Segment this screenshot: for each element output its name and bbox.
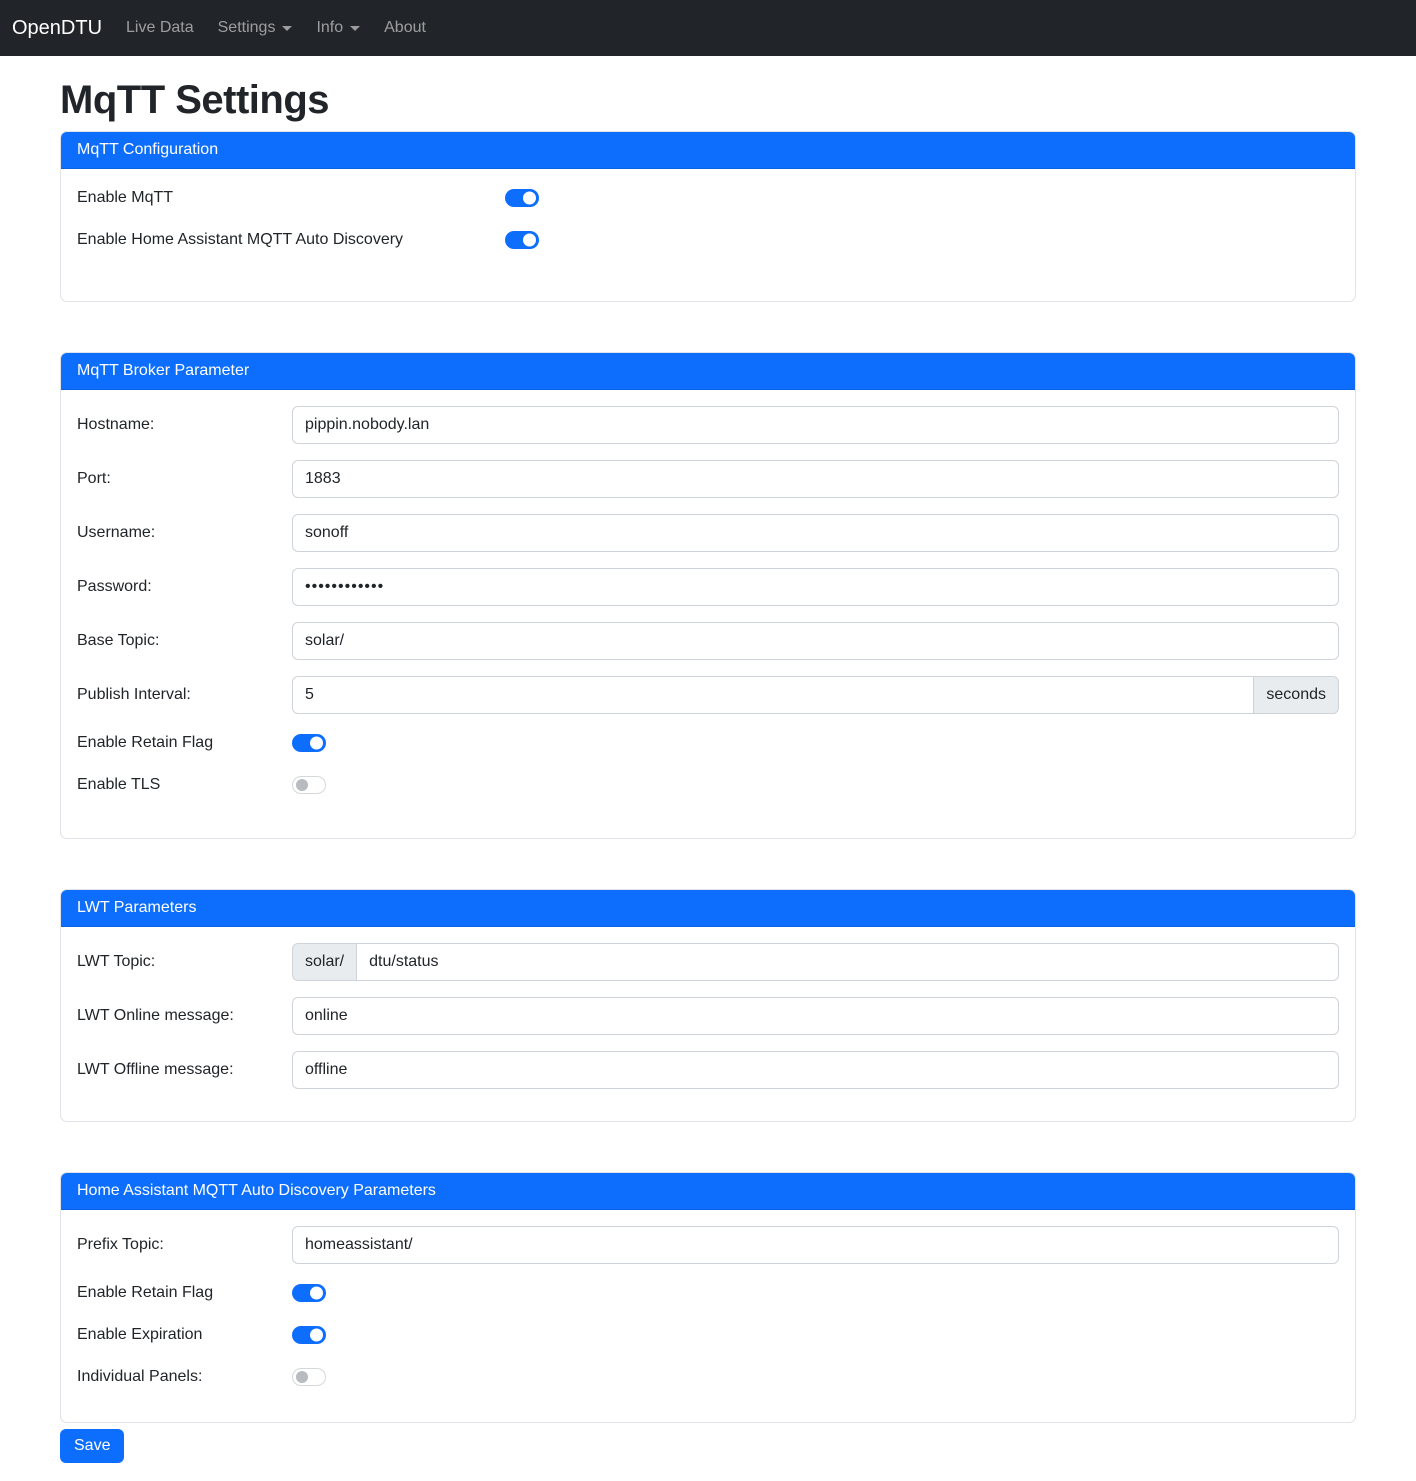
lwt-topic-label: LWT Topic: (77, 953, 292, 971)
save-button[interactable]: Save (60, 1429, 124, 1463)
enable-mqtt-toggle[interactable] (505, 189, 539, 207)
nav-live-data[interactable]: Live Data (118, 11, 202, 45)
password-input[interactable] (292, 568, 1339, 606)
card-broker-parameter-body: Hostname: Port: Username: Password: Base… (61, 390, 1355, 838)
card-mqtt-configuration-header: MqTT Configuration (61, 132, 1355, 169)
publish-interval-row: Publish Interval: seconds (77, 676, 1339, 714)
lwt-online-input[interactable] (292, 997, 1339, 1035)
hass-retain-row: Enable Retain Flag (77, 1280, 1339, 1306)
enable-expiration-toggle[interactable] (292, 1326, 326, 1344)
username-input[interactable] (292, 514, 1339, 552)
port-row: Port: (77, 460, 1339, 498)
username-label: Username: (77, 524, 292, 542)
lwt-topic-prefix: solar/ (292, 943, 356, 981)
publish-interval-unit: seconds (1254, 676, 1339, 714)
broker-retain-toggle[interactable] (292, 734, 326, 752)
lwt-online-row: LWT Online message: (77, 997, 1339, 1035)
prefix-topic-label: Prefix Topic: (77, 1236, 292, 1254)
enable-mqtt-row: Enable MqTT (77, 185, 1339, 211)
lwt-offline-row: LWT Offline message: (77, 1051, 1339, 1089)
chevron-down-icon (350, 26, 360, 31)
enable-tls-toggle[interactable] (292, 776, 326, 794)
navbar: OpenDTU Live Data Settings Info About (0, 0, 1416, 56)
nav-settings[interactable]: Settings (210, 11, 301, 45)
broker-retain-label: Enable Retain Flag (77, 734, 292, 752)
nav-about-label: About (384, 19, 426, 37)
card-hass-discovery-parameters: Home Assistant MQTT Auto Discovery Param… (60, 1172, 1356, 1423)
enable-expiration-label: Enable Expiration (77, 1326, 292, 1344)
nav-live-data-label: Live Data (126, 19, 194, 37)
page-title: MqTT Settings (60, 78, 1356, 123)
card-lwt-parameters: LWT Parameters LWT Topic: solar/ LWT Onl… (60, 889, 1356, 1122)
password-row: Password: (77, 568, 1339, 606)
individual-panels-toggle[interactable] (292, 1368, 326, 1386)
base-topic-row: Base Topic: (77, 622, 1339, 660)
password-label: Password: (77, 578, 292, 596)
lwt-topic-input[interactable] (356, 943, 1339, 981)
card-hass-discovery-parameters-header: Home Assistant MQTT Auto Discovery Param… (61, 1173, 1355, 1210)
card-lwt-parameters-header: LWT Parameters (61, 890, 1355, 927)
enable-tls-row: Enable TLS (77, 772, 1339, 798)
enable-hass-discovery-row: Enable Home Assistant MQTT Auto Discover… (77, 227, 1339, 253)
nav-about[interactable]: About (376, 11, 434, 45)
chevron-down-icon (282, 26, 292, 31)
broker-retain-row: Enable Retain Flag (77, 730, 1339, 756)
base-topic-input[interactable] (292, 622, 1339, 660)
enable-hass-discovery-toggle[interactable] (505, 231, 539, 249)
spacer (77, 269, 1339, 285)
hostname-row: Hostname: (77, 406, 1339, 444)
individual-panels-row: Individual Panels: (77, 1364, 1339, 1390)
hostname-label: Hostname: (77, 416, 292, 434)
card-hass-discovery-parameters-body: Prefix Topic: Enable Retain Flag Enable … (61, 1210, 1355, 1422)
hass-retain-toggle[interactable] (292, 1284, 326, 1302)
lwt-offline-input[interactable] (292, 1051, 1339, 1089)
port-label: Port: (77, 470, 292, 488)
publish-interval-input[interactable] (292, 676, 1254, 714)
lwt-offline-label: LWT Offline message: (77, 1061, 292, 1079)
hostname-input[interactable] (292, 406, 1339, 444)
spacer (77, 814, 1339, 822)
enable-tls-label: Enable TLS (77, 776, 292, 794)
enable-hass-discovery-label: Enable Home Assistant MQTT Auto Discover… (77, 231, 505, 249)
nav-links: Live Data Settings Info About (118, 11, 442, 45)
enable-mqtt-label: Enable MqTT (77, 189, 505, 207)
enable-expiration-row: Enable Expiration (77, 1322, 1339, 1348)
lwt-topic-row: LWT Topic: solar/ (77, 943, 1339, 981)
individual-panels-label: Individual Panels: (77, 1368, 292, 1386)
lwt-online-label: LWT Online message: (77, 1007, 292, 1025)
port-input[interactable] (292, 460, 1339, 498)
prefix-topic-row: Prefix Topic: (77, 1226, 1339, 1264)
username-row: Username: (77, 514, 1339, 552)
card-lwt-parameters-body: LWT Topic: solar/ LWT Online message: LW… (61, 927, 1355, 1121)
card-broker-parameter-header: MqTT Broker Parameter (61, 353, 1355, 390)
nav-settings-label: Settings (218, 19, 276, 37)
nav-info-label: Info (316, 19, 343, 37)
card-mqtt-configuration-body: Enable MqTT Enable Home Assistant MQTT A… (61, 169, 1355, 301)
publish-interval-label: Publish Interval: (77, 686, 292, 704)
nav-info[interactable]: Info (308, 11, 368, 45)
card-broker-parameter: MqTT Broker Parameter Hostname: Port: Us… (60, 352, 1356, 839)
brand[interactable]: OpenDTU (12, 17, 102, 40)
prefix-topic-input[interactable] (292, 1226, 1339, 1264)
main-content: MqTT Settings MqTT Configuration Enable … (48, 78, 1368, 1481)
hass-retain-label: Enable Retain Flag (77, 1284, 292, 1302)
card-mqtt-configuration: MqTT Configuration Enable MqTT Enable Ho… (60, 131, 1356, 302)
base-topic-label: Base Topic: (77, 632, 292, 650)
